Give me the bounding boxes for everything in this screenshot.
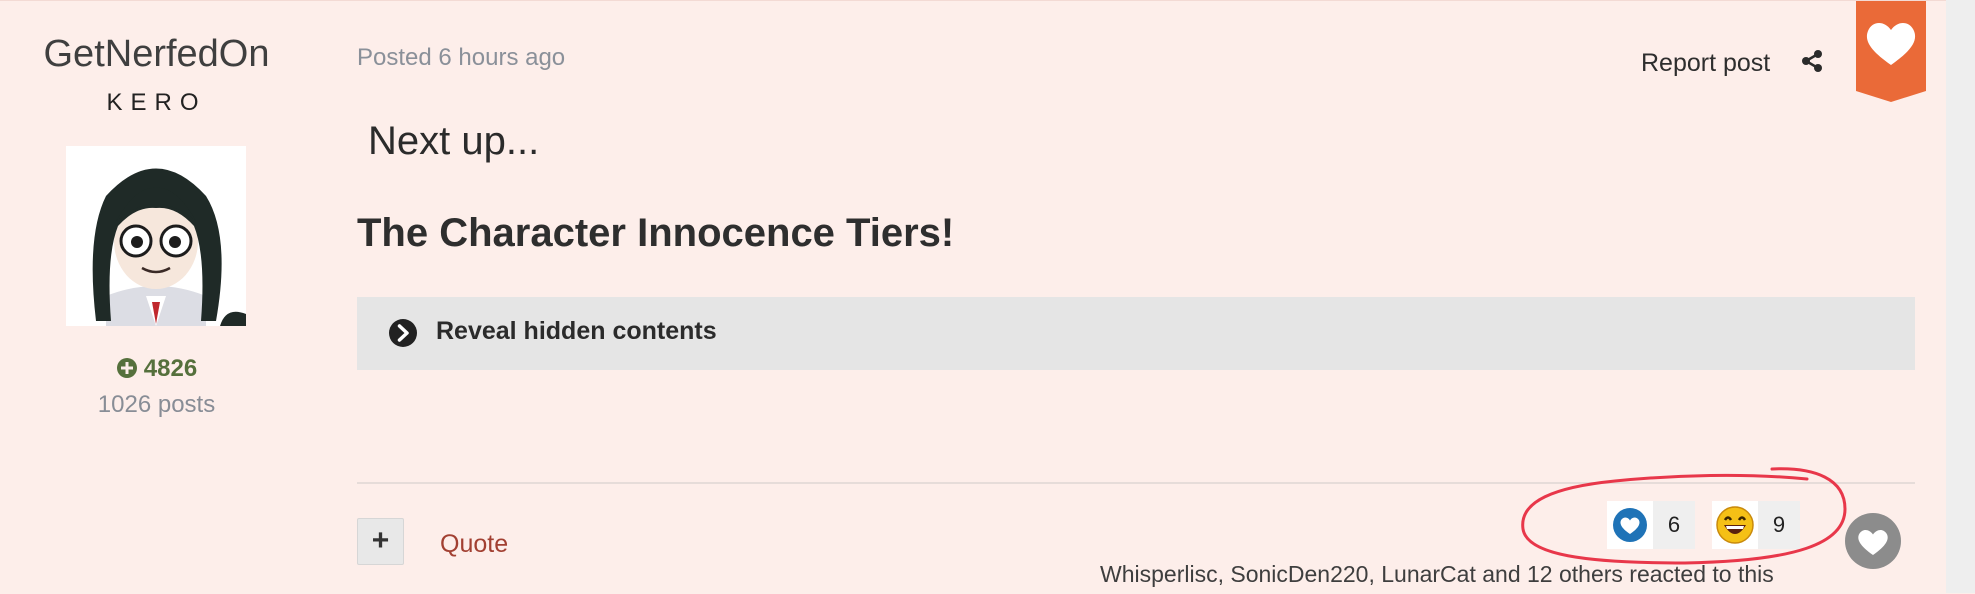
avatar[interactable]	[66, 146, 246, 326]
reputation[interactable]: 4826	[0, 355, 313, 386]
spoiler-label: Reveal hidden contents	[436, 317, 717, 345]
report-post-link[interactable]: Report post	[1641, 49, 1770, 78]
post-timestamp[interactable]: Posted 6 hours ago	[357, 44, 565, 72]
share-icon[interactable]	[1800, 49, 1824, 78]
frog-girl-avatar-icon	[66, 146, 246, 326]
chevron-right-circle-icon	[388, 318, 418, 353]
multiquote-button[interactable]: +	[357, 518, 404, 565]
popular-post-badge-icon	[1856, 1, 1926, 107]
plus-circle-icon	[116, 357, 138, 386]
post-heading: The Character Innocence Tiers!	[357, 211, 955, 255]
forum-post: GetNerfedOn KERO 4826 1026 posts Posted …	[0, 0, 1946, 594]
reputation-value: 4826	[143, 355, 198, 382]
annotation-circle	[1515, 459, 1855, 584]
spoiler-toggle[interactable]: Reveal hidden contents	[357, 297, 1915, 370]
post-text: Next up...	[368, 119, 540, 163]
author-title: KERO	[106, 89, 207, 116]
scrollbar[interactable]	[1946, 0, 1975, 593]
quote-link[interactable]: Quote	[440, 530, 508, 559]
post-count: 1026 posts	[97, 391, 216, 418]
author-name[interactable]: GetNerfedOn	[0, 33, 313, 76]
